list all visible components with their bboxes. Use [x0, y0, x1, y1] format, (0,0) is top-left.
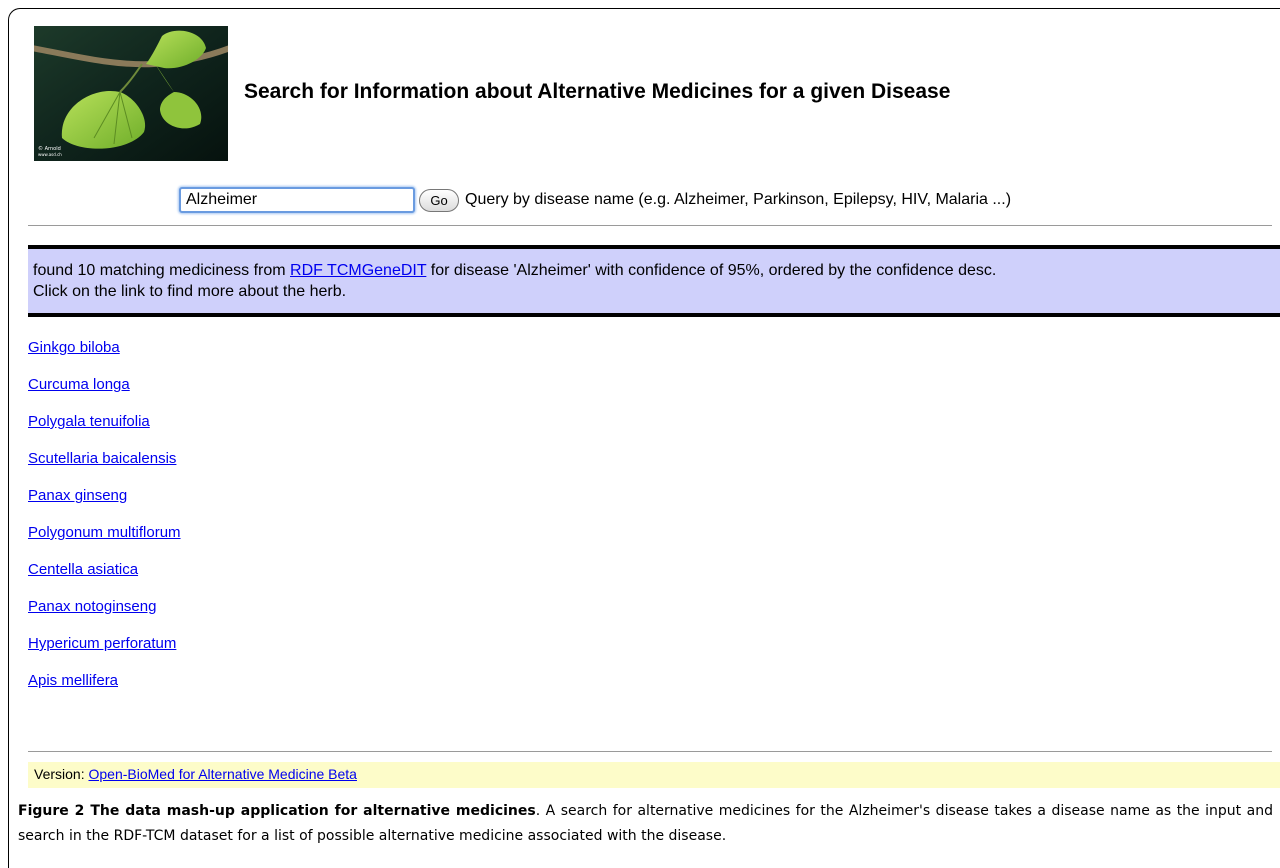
go-button[interactable]: Go [419, 188, 459, 212]
list-item: Apis mellifera [28, 671, 181, 708]
list-item: Ginkgo biloba [28, 338, 181, 375]
divider [28, 225, 1272, 226]
search-row: Go Query by disease name (e.g. Alzheimer… [179, 186, 1011, 214]
list-item: Curcuma longa [28, 375, 181, 412]
list-item: Polygala tenuifolia [28, 412, 181, 449]
list-item: Panax ginseng [28, 486, 181, 523]
list-item: Polygonum multiflorum [28, 523, 181, 560]
list-item: Scutellaria baicalensis [28, 449, 181, 486]
medicine-link-polygala-tenuifolia[interactable]: Polygala tenuifolia [28, 413, 150, 430]
medicine-link-scutellaria-baicalensis[interactable]: Scutellaria baicalensis [28, 450, 176, 467]
svg-text:www.asd.ch: www.asd.ch [38, 152, 62, 157]
divider [28, 751, 1272, 752]
rdf-tcmgenedit-link[interactable]: RDF TCMGeneDIT [290, 262, 426, 279]
svg-text:© Arnold: © Arnold [38, 145, 61, 152]
result-hint: Click on the link to find more about the… [33, 283, 347, 300]
result-text-continued: for disease 'Alzheimer' with confidence … [426, 262, 997, 279]
medicine-link-panax-ginseng[interactable]: Panax ginseng [28, 487, 127, 504]
medicine-link-polygonum-multiflorum[interactable]: Polygonum multiflorum [28, 524, 181, 541]
list-item: Hypericum perforatum [28, 634, 181, 671]
ginkgo-leaf-image: © Arnold www.asd.ch [34, 26, 228, 161]
medicine-link-curcuma-longa[interactable]: Curcuma longa [28, 376, 130, 393]
medicine-link-panax-notoginseng[interactable]: Panax notoginseng [28, 598, 156, 615]
medicine-link-hypericum-perforatum[interactable]: Hypericum perforatum [28, 635, 176, 652]
version-bar: Version: Open-BioMed for Alternative Med… [28, 762, 1280, 788]
result-summary: found 10 matching mediciness from RDF TC… [28, 245, 1280, 317]
search-hint: Query by disease name (e.g. Alzheimer, P… [465, 191, 1012, 208]
page-title: Search for Information about Alternative… [244, 80, 951, 103]
medicine-link-ginkgo-biloba[interactable]: Ginkgo biloba [28, 339, 120, 356]
version-link[interactable]: Open-BioMed for Alternative Medicine Bet… [88, 766, 356, 782]
medicine-link-apis-mellifera[interactable]: Apis mellifera [28, 672, 118, 689]
version-label: Version: [34, 766, 89, 782]
caption-title: Figure 2 The data mash-up application fo… [18, 803, 536, 819]
medicine-list: Ginkgo biloba Curcuma longa Polygala ten… [28, 338, 181, 708]
medicine-link-centella-asiatica[interactable]: Centella asiatica [28, 561, 138, 578]
figure-caption: Figure 2 The data mash-up application fo… [18, 799, 1273, 849]
disease-search-input[interactable] [179, 187, 415, 213]
result-text: found 10 matching mediciness from [33, 262, 291, 279]
list-item: Panax notoginseng [28, 597, 181, 634]
list-item: Centella asiatica [28, 560, 181, 597]
